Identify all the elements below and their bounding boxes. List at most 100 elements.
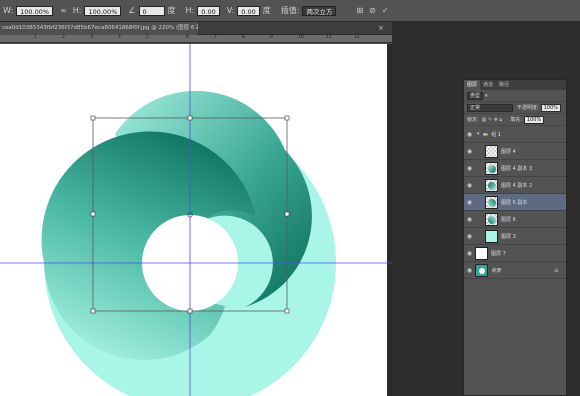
lock-options-icon[interactable]: ▦ ✎ ✥ 🔒︎ [482,117,503,123]
layer-row[interactable]: ◉ 图层 7 [464,245,566,262]
width-field[interactable]: 100.00% [16,5,54,16]
lock-icon: ⌂ [554,266,558,274]
interpolation-label: 插值: [280,6,300,15]
layer-filter-select[interactable]: 类型 [467,91,484,100]
ruler-label: 8 [242,35,245,40]
v-skew-unit: 度 [262,6,271,15]
opacity-label: 不透明度: [517,105,539,111]
layer-thumbnail [475,263,488,277]
handle-bottom-middle[interactable] [187,308,193,314]
ruler-label: 11 [326,35,332,40]
layer-row[interactable]: ◉ 图层 4 副本 2 [464,177,566,194]
layer-name: 图层 4 副本 2 [501,182,533,189]
handle-middle-right[interactable] [284,211,290,217]
layer-name: 背景 [491,267,502,274]
ruler-label: 10 [298,35,304,40]
canvas[interactable] [0,44,392,396]
document-tab-bar: cea0d10385343fbf236f37d85b67eca80641868f… [0,22,392,35]
v-skew-control: V: 0.00 度 [224,5,274,16]
layer-row[interactable]: ◉ 图层 6 [464,211,566,228]
layer-thumbnail [485,161,498,175]
handle-bottom-left[interactable] [90,308,96,314]
artwork [0,44,392,396]
options-bar: W: 100.00% ∞ H: 100.00% ∠ 0 度 H: 0.00 V:… [0,0,580,22]
document-area: cea0d10385343fbf236f37d85b67eca80641868f… [0,22,392,396]
layer-name: 图层 6 副本 [501,199,528,206]
v-skew-label: V: [226,6,235,15]
chevron-down-icon[interactable]: ▾ [485,93,488,99]
ruler-label: 7 [214,35,217,40]
visibility-eye-icon[interactable]: ◉ [464,233,475,240]
visibility-eye-icon[interactable]: ◉ [464,250,475,257]
layer-thumbnail [485,144,498,158]
tab-channels[interactable]: 通道 [480,80,496,90]
close-tab-icon[interactable]: × [378,24,384,32]
visibility-eye-icon[interactable]: ◉ [464,199,475,206]
angle-control: ∠ 0 度 [125,5,178,16]
layer-thumbnail [485,229,498,243]
lock-row: 锁定: ▦ ✎ ✥ 🔒︎ 填充: 100% [464,114,566,126]
ruler-label: 3 [90,35,93,40]
layer-thumbnail [485,212,498,226]
horizontal-ruler: 1 2 3 4 5 6 7 8 9 10 11 12 [0,35,392,43]
cancel-transform-icon[interactable]: ⊘ [369,6,376,15]
handle-top-middle[interactable] [187,115,193,121]
blend-mode-select[interactable]: 正常 [467,103,513,112]
ruler-label: 4 [118,35,121,40]
tab-paths[interactable]: 路径 [496,80,512,90]
ruler-label: 1 [34,35,37,40]
handle-middle-left[interactable] [90,211,96,217]
document-tab[interactable]: cea0d10385343fbf236f37d85b67eca80641868f… [0,22,198,35]
visibility-eye-icon[interactable]: ◉ [464,216,475,223]
angle-field[interactable]: 0 [138,5,165,16]
fill-field[interactable]: 100% [523,115,545,124]
layer-name: 图层 4 [501,148,516,155]
layer-thumbnail [475,246,488,260]
layer-row-selected[interactable]: ◉ 图层 6 副本 [464,194,566,211]
blend-row: 正常 不透明度: 100% [464,102,566,114]
layer-row-background[interactable]: ◉ 背景 ⌂ [464,262,566,279]
layers-panel: 图层 通道 路径 类型 ▾ 正常 不透明度: 100% 锁定: ▦ ✎ ✥ 🔒︎… [463,79,567,396]
chevron-down-icon[interactable]: ▾ [477,131,480,137]
ruler-label: 2 [62,35,65,40]
handle-top-left[interactable] [90,115,96,121]
h-skew-field[interactable]: 0.00 [197,5,220,16]
visibility-eye-icon[interactable]: ◉ [464,267,475,274]
layer-group-1[interactable]: ◉ ▾ ▬ 组 1 [464,126,566,143]
visibility-eye-icon[interactable]: ◉ [464,148,475,155]
handle-top-right[interactable] [284,115,290,121]
warp-toggle-icon[interactable]: ⊞ [356,6,363,15]
layer-thumbnail [485,178,498,192]
layer-name: 图层 4 副本 3 [501,165,533,172]
layer-row[interactable]: ◉ 图层 4 副本 3 [464,160,566,177]
visibility-eye-icon[interactable]: ◉ [464,182,475,189]
opacity-field[interactable]: 100% [540,103,561,112]
visibility-eye-icon[interactable]: ◉ [464,131,475,138]
width-icon: W: [3,6,14,15]
tab-layers[interactable]: 图层 [464,80,481,90]
layers-panel-tabs: 图层 通道 路径 [464,80,566,90]
commit-transform-icon[interactable]: ✓ [382,6,389,15]
layer-name: 图层 3 [501,233,516,240]
layer-name: 图层 7 [491,250,506,257]
layer-name: 图层 6 [501,216,516,223]
layer-row[interactable]: ◉ 图层 3 [464,228,566,245]
layer-row[interactable]: ◉ 图层 4 [464,143,566,160]
visibility-eye-icon[interactable]: ◉ [464,165,475,172]
h-skew-label: H: [185,6,195,15]
lock-label: 锁定: [467,117,479,123]
h-skew-control: H: 0.00 [183,5,220,16]
angle-icon: ∠ [128,6,136,15]
height-icon: H: [72,6,82,15]
angle-unit: 度 [167,6,176,15]
height-field[interactable]: 100.00% [84,5,122,16]
link-icon[interactable]: ∞ [60,6,67,15]
handle-bottom-right[interactable] [284,308,290,314]
interpolation-select[interactable]: 两次立方 [302,5,337,16]
folder-icon: ▬ [482,130,489,138]
fill-label: 填充: [510,117,522,123]
layer-thumbnail [485,195,498,209]
height-control: H: 100.00% [70,5,122,16]
v-skew-field[interactable]: 0.00 [237,5,260,16]
ruler-label: 12 [354,35,360,40]
